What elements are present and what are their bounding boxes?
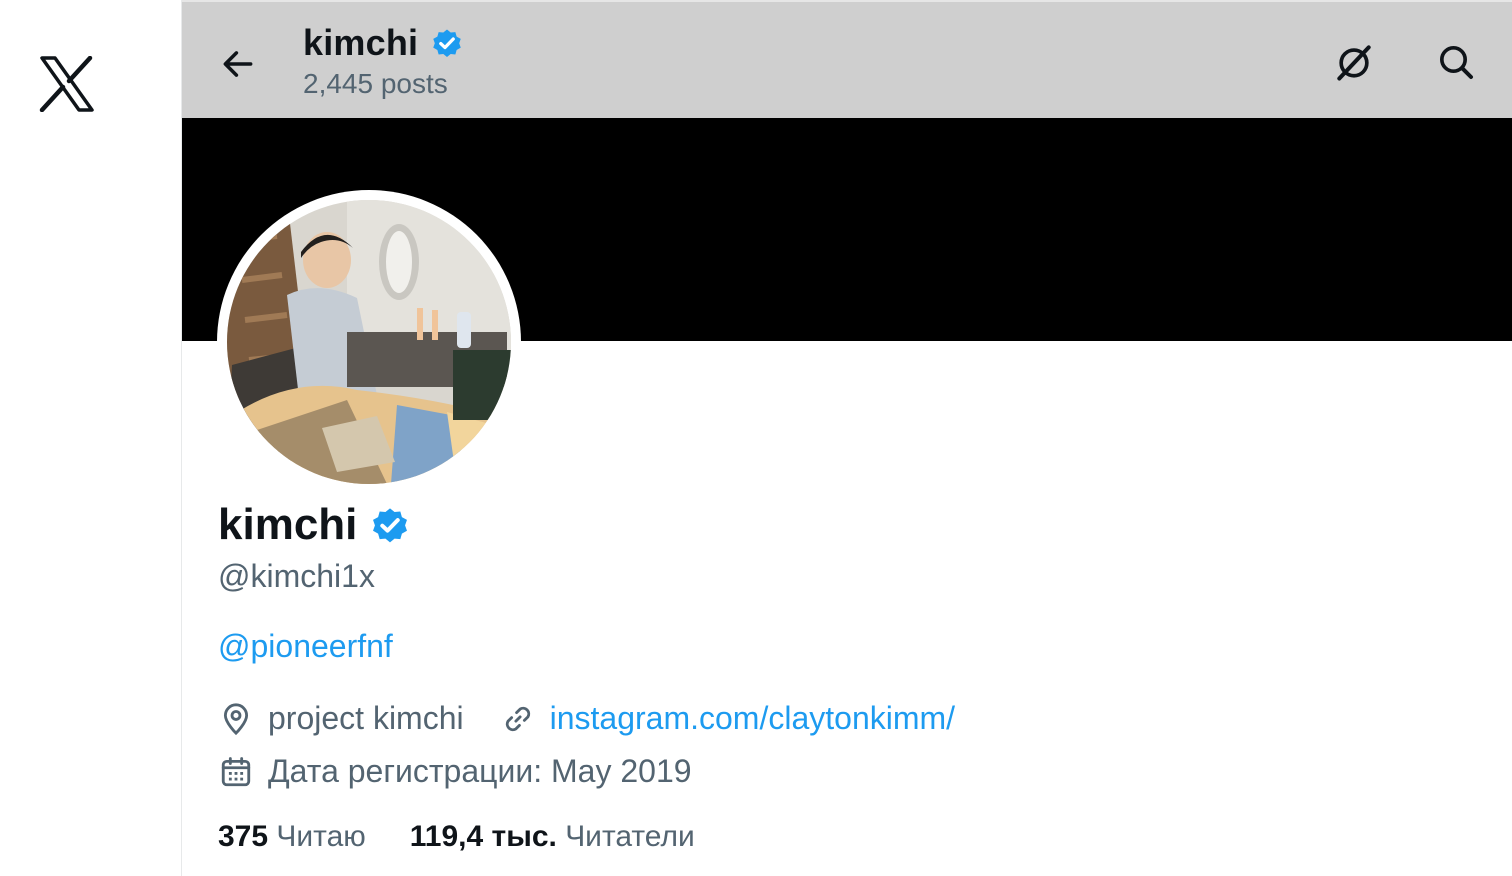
verified-badge-icon xyxy=(433,29,461,58)
location-pin-icon xyxy=(218,701,254,737)
avatar-photo xyxy=(227,200,511,484)
x-logo-icon[interactable] xyxy=(38,55,94,113)
back-button[interactable] xyxy=(212,38,264,90)
profile-name-row: kimchi xyxy=(218,500,411,550)
profile-display-name: kimchi xyxy=(218,500,358,549)
profile-location: project kimchi xyxy=(268,700,464,736)
follow-stats: 375 Читаю 119,4 тыс. Читатели xyxy=(218,820,695,854)
verified-badge-icon[interactable] xyxy=(369,504,411,546)
profile-joined-row: Дата регистрации: May 2019 xyxy=(218,753,692,790)
avatar[interactable] xyxy=(227,200,511,484)
link-icon xyxy=(500,701,536,737)
following-label: Читаю xyxy=(276,820,366,853)
grok-icon xyxy=(1337,45,1371,81)
profile-meta-row: project kimchi instagram.com/claytonkimm… xyxy=(218,700,955,737)
bio-mention-link[interactable]: @pioneerfnf xyxy=(218,628,393,665)
calendar-icon xyxy=(218,754,254,790)
search-icon xyxy=(1440,46,1473,79)
followers-stat[interactable]: 119,4 тыс. Читатели xyxy=(410,820,695,854)
following-stat[interactable]: 375 Читаю xyxy=(218,820,366,854)
profile-join-date: Дата регистрации: May 2019 xyxy=(268,753,692,789)
search-button[interactable] xyxy=(1430,36,1482,88)
profile-header-bar: kimchi 2,445 posts xyxy=(182,2,1512,118)
arrow-left-icon xyxy=(223,51,253,77)
header-profile-name: kimchi xyxy=(303,22,419,63)
grok-button[interactable] xyxy=(1328,36,1380,88)
followers-count: 119,4 тыс. xyxy=(409,820,557,853)
profile-website-link[interactable]: instagram.com/claytonkimm/ xyxy=(550,700,955,737)
left-navigation-rail xyxy=(0,0,181,876)
header-title-row: kimchi xyxy=(303,22,464,64)
profile-handle: @kimchi1x xyxy=(218,558,375,594)
following-count: 375 xyxy=(218,820,269,853)
header-post-count: 2,445 posts xyxy=(303,68,448,99)
followers-label: Читатели xyxy=(565,820,695,853)
